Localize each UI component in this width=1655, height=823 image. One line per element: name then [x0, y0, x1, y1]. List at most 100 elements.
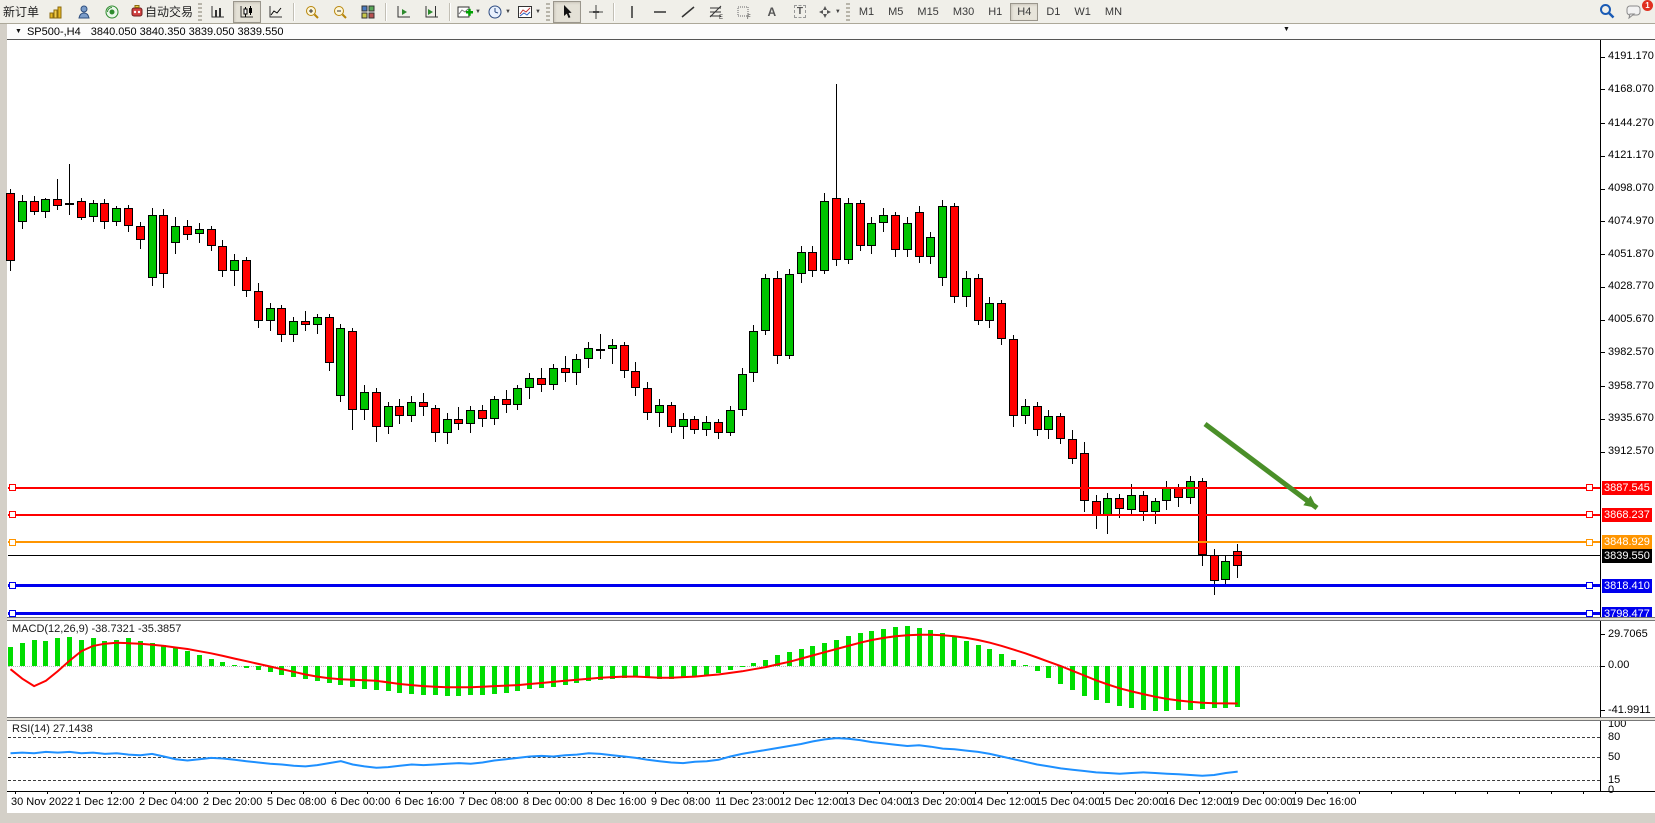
time-axis-tick	[399, 791, 400, 794]
candle-body	[431, 408, 440, 434]
text-tool-button[interactable]: A	[759, 2, 785, 22]
time-axis-tick	[15, 791, 16, 794]
timeframe-button-M15[interactable]: M15	[911, 4, 944, 20]
broadcast-icon	[104, 4, 120, 20]
new-order-button[interactable]: 新订单	[1, 2, 41, 22]
trendline-tool-button[interactable]	[675, 2, 701, 22]
macd-histogram-bar	[1164, 666, 1169, 711]
price-axis-tick	[1601, 352, 1605, 353]
search-button[interactable]	[1594, 1, 1620, 21]
macd-histogram-bar	[8, 647, 13, 666]
candle-body	[974, 278, 983, 321]
timeframe-button-M1[interactable]: M1	[853, 4, 880, 20]
chart-window-icon[interactable]	[43, 2, 69, 22]
periods-button[interactable]: ▼	[485, 2, 513, 22]
horizontal-line-tool-button[interactable]	[647, 2, 673, 22]
cursor-tool-button[interactable]	[553, 1, 581, 23]
candle-body	[112, 208, 121, 222]
timeframe-button-D1[interactable]: D1	[1040, 4, 1066, 20]
pane-separator[interactable]	[7, 617, 1655, 621]
macd-histogram-bar	[940, 633, 945, 666]
macd-histogram-bar	[999, 654, 1004, 666]
time-axis-tick	[1519, 791, 1520, 794]
chart-menu-triangle-icon[interactable]: ▼	[15, 28, 22, 35]
candle-body	[289, 321, 298, 335]
candle-body	[360, 392, 369, 410]
hline-handle[interactable]	[9, 582, 16, 589]
zoom-in-button[interactable]	[299, 2, 325, 22]
candle-body	[879, 215, 888, 224]
hline-pivot-orange[interactable]	[8, 541, 1600, 543]
tile-windows-button[interactable]	[355, 2, 381, 22]
hline-support-1[interactable]	[8, 584, 1600, 587]
time-axis-label: 19 Dec 00:00	[1227, 796, 1292, 808]
macd-histogram-bar	[1200, 666, 1205, 709]
profile-button[interactable]	[71, 2, 97, 22]
candle-body	[277, 308, 286, 335]
price-axis-label: 4098.070	[1608, 182, 1654, 194]
indicators-button[interactable]: ▼	[455, 2, 483, 22]
autotrading-label: 自动交易	[145, 3, 193, 20]
candle-body	[596, 349, 605, 351]
autotrading-button[interactable]: 自动交易	[127, 2, 195, 22]
candle-body	[1056, 416, 1065, 439]
candle-body	[785, 274, 794, 356]
macd-histogram-bar	[504, 666, 509, 693]
overflow-triangle-icon[interactable]: ▼	[1283, 26, 1290, 33]
pane-separator[interactable]	[7, 717, 1655, 721]
templates-button[interactable]: ▼	[515, 2, 543, 22]
hline-handle[interactable]	[9, 511, 16, 518]
price-axis-tick	[1601, 156, 1605, 157]
time-axis-tick	[911, 791, 912, 794]
hline-handle[interactable]	[9, 539, 16, 546]
timeframe-button-W1[interactable]: W1	[1068, 4, 1097, 20]
bar-chart-mode-button[interactable]	[205, 2, 231, 22]
toolbar-separator	[385, 3, 387, 21]
macd-histogram-bar	[1070, 666, 1075, 690]
hline-resistance-2[interactable]	[8, 514, 1600, 516]
hline-handle[interactable]	[1586, 511, 1593, 518]
time-axis-tick	[1103, 791, 1104, 794]
macd-histogram-bar	[32, 640, 37, 667]
auto-scroll-button[interactable]	[391, 2, 417, 22]
text-label-tool-button[interactable]: T	[787, 2, 813, 22]
candle-body	[832, 198, 841, 260]
time-axis-tick	[687, 791, 688, 794]
indicators-icon	[457, 4, 473, 20]
timeframe-button-M5[interactable]: M5	[882, 4, 909, 20]
candlestick-mode-button[interactable]	[233, 1, 261, 23]
candle-body	[773, 278, 782, 356]
vertical-line-tool-button[interactable]	[619, 2, 645, 22]
chart-shift-button[interactable]	[419, 2, 445, 22]
line-chart-mode-button[interactable]	[263, 2, 289, 22]
timeframe-button-M30[interactable]: M30	[947, 4, 980, 20]
fibonacci-tool-button[interactable]: E	[703, 2, 729, 22]
crosshair-tool-button[interactable]	[583, 2, 609, 22]
hline-support-2[interactable]	[8, 612, 1600, 615]
time-axis-label: 13 Dec 04:00	[843, 796, 908, 808]
channel-tool-button[interactable]: F	[731, 2, 757, 22]
chart-title-bar[interactable]: ▼ SP500-,H4 3840.050 3840.350 3839.050 3…	[7, 24, 1655, 40]
hline-handle[interactable]	[1586, 539, 1593, 546]
hline-handle[interactable]	[1586, 484, 1593, 491]
candle-body	[761, 278, 770, 331]
hline-handle[interactable]	[1586, 582, 1593, 589]
timeframe-button-H1[interactable]: H1	[982, 4, 1008, 20]
macd-histogram-bar	[232, 665, 237, 666]
notifications-button[interactable]: 1	[1622, 1, 1648, 21]
macd-histogram-bar	[905, 626, 910, 666]
hline-current-price[interactable]	[8, 555, 1600, 556]
hline-handle[interactable]	[9, 484, 16, 491]
timeframe-button-MN[interactable]: MN	[1099, 4, 1128, 20]
macd-histogram-bar	[303, 666, 308, 679]
zoom-out-button[interactable]	[327, 2, 353, 22]
alerts-button[interactable]	[99, 2, 125, 22]
time-axis-tick	[1359, 791, 1360, 794]
line-chart-icon	[268, 4, 284, 20]
time-axis-tick	[111, 791, 112, 794]
time-axis-tick	[527, 791, 528, 794]
timeframe-button-H4[interactable]: H4	[1010, 3, 1038, 21]
arrows-tool-button[interactable]: ▼	[815, 2, 843, 22]
time-axis-tick	[207, 791, 208, 794]
hline-resistance-1[interactable]	[8, 487, 1600, 489]
